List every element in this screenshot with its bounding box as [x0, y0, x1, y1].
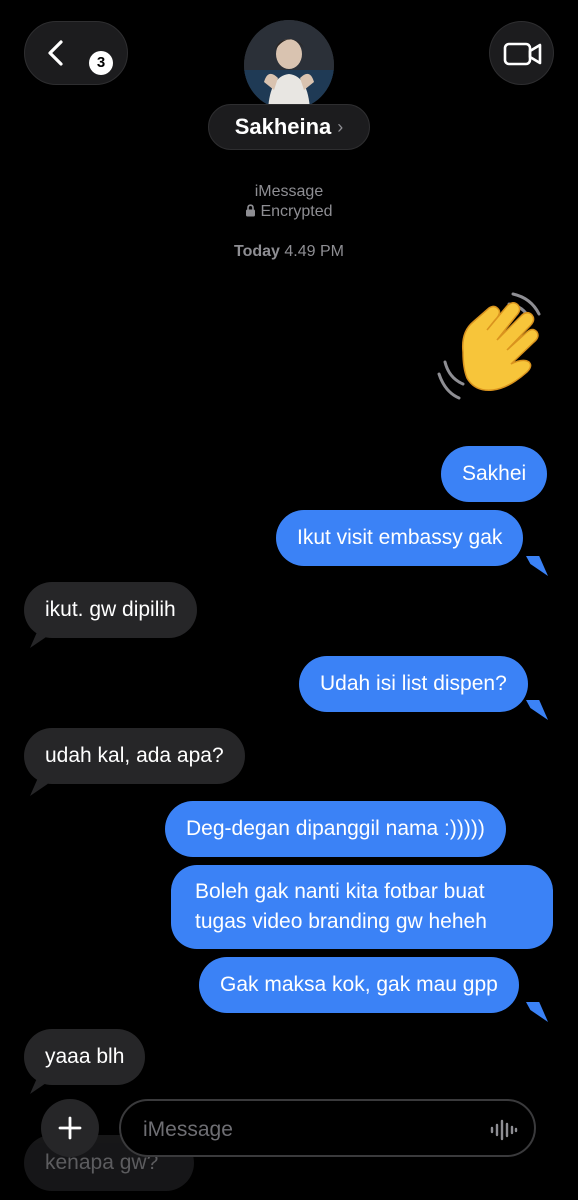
message-input[interactable]: iMessage	[119, 1099, 536, 1157]
message-bubble-outgoing[interactable]: Boleh gak nanti kita fotbar buat tugas v…	[171, 865, 553, 949]
message-bubble-incoming[interactable]: ikut. gw dipilih	[24, 582, 197, 638]
lock-icon	[246, 204, 256, 217]
timestamp-time: 4.49 PM	[284, 243, 344, 260]
bubble-tail	[526, 700, 548, 720]
message-bubble-incoming[interactable]: udah kal, ada apa?	[24, 728, 245, 784]
message-bubble-incoming[interactable]: yaaa blh	[24, 1029, 146, 1085]
plus-icon	[58, 1116, 82, 1140]
waveform-icon[interactable]	[490, 1119, 518, 1141]
message-bubble-outgoing[interactable]: Ikut visit embassy gak	[276, 510, 524, 566]
encrypted-label: Encrypted	[260, 203, 333, 220]
bubble-tail	[526, 1002, 548, 1022]
back-button[interactable]: 3	[24, 21, 128, 85]
add-attachment-button[interactable]	[41, 1099, 99, 1157]
message-bubble-outgoing[interactable]: Deg-degan dipanggil nama :)))))	[165, 801, 506, 857]
message-bubble-outgoing[interactable]: Udah isi list dispen?	[299, 656, 528, 712]
contact-photo	[244, 20, 334, 110]
message-input-placeholder: iMessage	[143, 1118, 233, 1141]
message-bubble-outgoing[interactable]: Sakhei	[441, 446, 548, 502]
video-call-button[interactable]	[489, 21, 554, 85]
bubble-tail	[526, 556, 548, 576]
service-label: iMessage	[254, 183, 324, 200]
timestamp: Today 4.49 PM	[0, 243, 578, 261]
message-bubble-outgoing[interactable]: Gak maksa kok, gak mau gpp	[199, 957, 519, 1013]
video-camera-icon	[503, 42, 542, 66]
timestamp-day: Today	[234, 243, 280, 260]
avatar[interactable]	[244, 20, 334, 110]
contact-name-button[interactable]: Sakheina ›	[208, 104, 370, 150]
contact-name: Sakheina	[234, 114, 332, 139]
waving-hand-emoji[interactable]	[437, 292, 555, 404]
chevron-right-icon: ›	[337, 116, 344, 137]
unread-count-badge: 3	[89, 51, 113, 75]
chevron-left-icon	[48, 40, 63, 66]
encryption-status: Encrypted	[0, 203, 578, 221]
